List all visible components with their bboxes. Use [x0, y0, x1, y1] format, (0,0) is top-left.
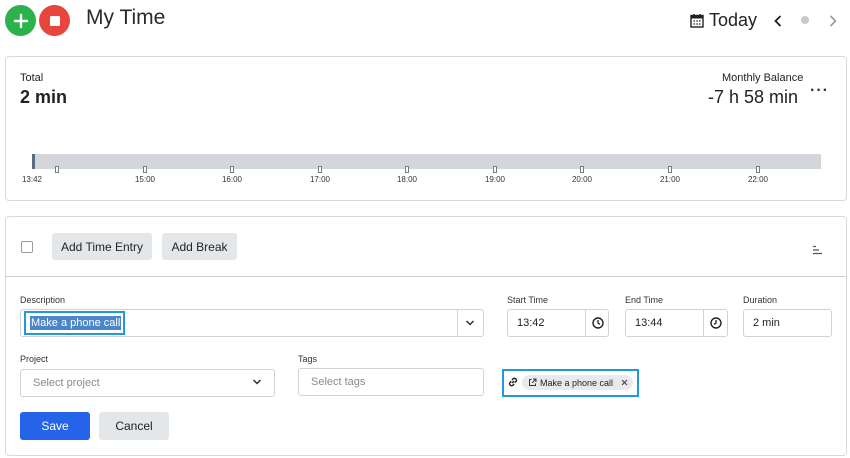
timeline-hour-label: 20:00	[571, 175, 593, 184]
tags-label: Tags	[298, 354, 318, 364]
save-button[interactable]: Save	[20, 412, 90, 440]
linked-item-label: Make a phone call	[540, 377, 614, 388]
linked-item-chip[interactable]: Make a phone call	[522, 375, 633, 390]
description-label: Description	[20, 295, 66, 305]
stop-timer-button[interactable]	[39, 5, 70, 36]
duration-value: 2 min	[753, 317, 780, 329]
stop-icon	[49, 15, 60, 26]
description-dropdown-separator	[457, 310, 458, 336]
sort-button[interactable]	[812, 242, 823, 260]
monthly-balance-value: -7 h 58 min	[708, 87, 799, 107]
date-picker-button[interactable]: Today	[690, 10, 757, 31]
current-day-dot[interactable]	[801, 16, 809, 24]
chevron-right-icon	[829, 15, 837, 27]
previous-day-button[interactable]	[771, 12, 785, 30]
timeline-hour-label: 21:00	[659, 175, 681, 184]
page-title: My Time	[86, 6, 166, 29]
start-timer-button[interactable]	[5, 5, 36, 36]
project-label: Project	[20, 354, 49, 364]
timeline-bar[interactable]	[32, 154, 821, 169]
timeline-tick	[493, 166, 497, 173]
link-icon	[508, 377, 518, 387]
monthly-balance-label: Monthly Balance	[722, 72, 804, 84]
add-break-button[interactable]: Add Break	[162, 233, 237, 260]
start-time-clock-button[interactable]	[585, 309, 609, 337]
timeline-tick	[143, 166, 147, 173]
timeline-tick	[580, 166, 584, 173]
timeline-tick	[318, 166, 322, 173]
timeline-tick	[55, 166, 59, 173]
timeline-tick	[756, 166, 760, 173]
timeline-hour-label: 15:00	[134, 175, 156, 184]
close-icon[interactable]	[621, 379, 628, 386]
clock-icon	[591, 317, 604, 329]
external-link-icon	[529, 378, 537, 386]
chevron-down-icon[interactable]	[252, 377, 262, 387]
duration-label: Duration	[743, 295, 778, 305]
start-time-label: Start Time	[507, 295, 549, 305]
plus-icon	[13, 13, 28, 28]
calendar-icon	[690, 14, 704, 28]
add-time-entry-button[interactable]: Add Time Entry	[52, 233, 152, 260]
tags-select[interactable]: Select tags	[298, 368, 484, 396]
timeline-current-entry[interactable]	[32, 154, 35, 169]
today-label: Today	[709, 10, 758, 30]
divider	[5, 276, 847, 277]
chevron-left-icon	[774, 15, 782, 27]
duration-input[interactable]: 2 min	[743, 309, 832, 337]
description-value[interactable]: Make a phone call	[30, 316, 122, 330]
tags-placeholder: Select tags	[311, 376, 366, 388]
end-time-clock-button[interactable]	[703, 309, 728, 337]
cancel-button[interactable]: Cancel	[99, 412, 169, 440]
summary-card	[5, 56, 847, 201]
more-options-button[interactable]: ···	[810, 82, 829, 100]
timeline-start-label: 13:42	[21, 175, 43, 184]
project-placeholder: Select project	[33, 377, 100, 389]
end-time-value: 13:44	[635, 317, 663, 329]
select-all-checkbox[interactable]	[21, 241, 33, 253]
project-select[interactable]: Select project	[20, 369, 275, 397]
timeline-hour-label: 19:00	[484, 175, 506, 184]
total-value: 2 min	[20, 87, 68, 107]
timeline-tick	[668, 166, 672, 173]
timeline-hour-label: 18:00	[396, 175, 418, 184]
total-label: Total	[20, 72, 44, 84]
start-time-value: 13:42	[517, 317, 545, 329]
timeline-tick	[230, 166, 234, 173]
timeline-hour-label: 16:00	[221, 175, 243, 184]
end-time-label: End Time	[625, 295, 664, 305]
clock-icon	[710, 317, 722, 329]
chevron-down-icon[interactable]	[465, 318, 475, 328]
next-day-button[interactable]	[826, 12, 840, 30]
timeline-tick	[405, 166, 409, 173]
timeline-hour-label: 17:00	[309, 175, 331, 184]
timeline-hour-label: 22:00	[747, 175, 769, 184]
sort-icon	[813, 245, 822, 255]
